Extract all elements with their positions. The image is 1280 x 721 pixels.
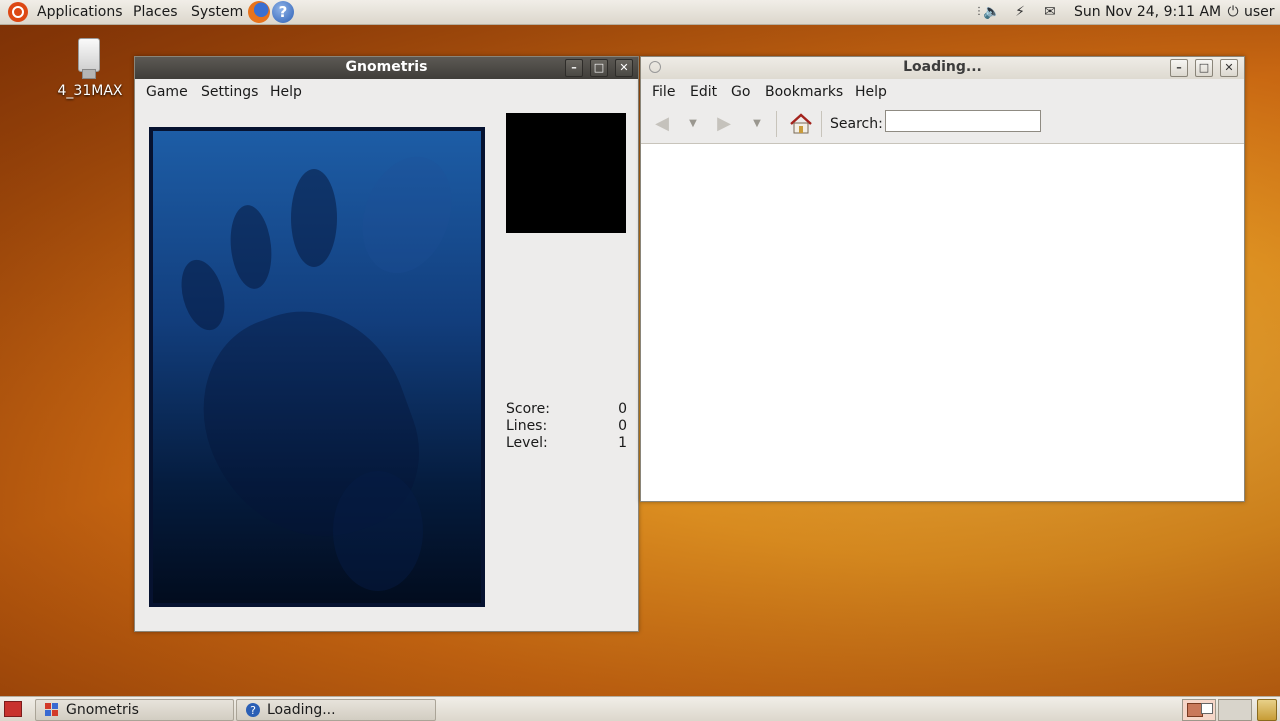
applications-menu[interactable]: Applications bbox=[37, 2, 123, 22]
taskbar-item-gnometris[interactable]: Gnometris bbox=[35, 699, 234, 721]
trash-icon[interactable] bbox=[1257, 699, 1277, 721]
search-label: Search: bbox=[830, 116, 883, 132]
menu-settings[interactable]: Settings bbox=[201, 82, 258, 102]
game-board-background bbox=[153, 131, 481, 603]
lines-label: Lines: bbox=[506, 418, 548, 434]
menu-game[interactable]: Game bbox=[146, 82, 188, 102]
search-input[interactable] bbox=[885, 110, 1041, 132]
level-value: 1 bbox=[618, 435, 627, 451]
browser-menubar: File Edit Go Bookmarks Help bbox=[641, 79, 1244, 105]
ubuntu-logo-icon[interactable] bbox=[8, 2, 28, 22]
gnometris-menubar: Game Settings Help bbox=[135, 79, 638, 105]
taskbar-item-loading[interactable]: ? Loading... bbox=[236, 699, 436, 721]
toolbar-separator bbox=[776, 111, 777, 137]
gnometris-window: Gnometris – □ ✕ Game Settings Help Score… bbox=[134, 56, 639, 632]
show-desktop-icon[interactable] bbox=[4, 701, 22, 717]
mail-icon[interactable]: ✉ bbox=[1041, 3, 1059, 21]
forward-history-chevron-down-icon[interactable]: ▼ bbox=[751, 115, 763, 133]
browser-content-area[interactable] bbox=[641, 144, 1244, 501]
clock[interactable]: Sun Nov 24, 9:11 AM bbox=[1074, 2, 1221, 22]
window-title: Loading... bbox=[903, 59, 982, 75]
volume-icon[interactable]: 🔈 bbox=[983, 3, 1001, 21]
game-board[interactable] bbox=[149, 127, 485, 607]
close-button[interactable]: ✕ bbox=[1220, 59, 1238, 77]
maximize-button[interactable]: □ bbox=[590, 59, 608, 77]
menu-file[interactable]: File bbox=[652, 82, 675, 102]
browser-window: Loading... – □ ✕ File Edit Go Bookmarks … bbox=[640, 56, 1245, 502]
network-icon[interactable]: ⚡ bbox=[1011, 3, 1029, 21]
window-title: Gnometris bbox=[345, 59, 428, 75]
foot-toe bbox=[174, 255, 232, 335]
top-panel: Applications Places System ? ⋮ 🔈 ⚡ ✉ Sun… bbox=[0, 0, 1280, 25]
workspace-1[interactable] bbox=[1182, 699, 1216, 721]
foot-toe bbox=[291, 169, 337, 267]
usb-drive-label[interactable]: 4_31MAX bbox=[52, 83, 128, 99]
gnometris-titlebar[interactable]: Gnometris – □ ✕ bbox=[135, 57, 638, 79]
firefox-icon[interactable] bbox=[248, 1, 270, 23]
lines-value: 0 bbox=[618, 418, 627, 434]
power-icon[interactable]: ⏻ bbox=[1224, 3, 1242, 21]
score-label: Score: bbox=[506, 401, 550, 417]
help-icon[interactable]: ? bbox=[272, 1, 294, 23]
toolbar-separator bbox=[821, 111, 822, 137]
score-value: 0 bbox=[618, 401, 627, 417]
bottom-panel: Gnometris ? Loading... bbox=[0, 696, 1280, 721]
workspace-2[interactable] bbox=[1218, 699, 1252, 721]
window-menu-icon[interactable] bbox=[649, 61, 661, 73]
browser-toolbar: ◀ ▼ ▶ ▼ Search: bbox=[641, 105, 1244, 144]
forward-arrow-icon[interactable]: ▶ bbox=[713, 115, 735, 133]
taskbar-label: Loading... bbox=[267, 702, 336, 718]
menu-help[interactable]: Help bbox=[855, 82, 887, 102]
foot-toe bbox=[347, 144, 467, 286]
browser-titlebar[interactable]: Loading... – □ ✕ bbox=[641, 57, 1244, 79]
menu-help[interactable]: Help bbox=[270, 82, 302, 102]
menu-go[interactable]: Go bbox=[731, 82, 750, 102]
foot-toe bbox=[226, 203, 276, 291]
level-label: Level: bbox=[506, 435, 548, 451]
gnometris-app-icon bbox=[45, 703, 58, 716]
minimize-button[interactable]: – bbox=[1170, 59, 1188, 77]
menu-edit[interactable]: Edit bbox=[690, 82, 717, 102]
maximize-button[interactable]: □ bbox=[1195, 59, 1213, 77]
back-arrow-icon[interactable]: ◀ bbox=[651, 115, 673, 133]
menu-bookmarks[interactable]: Bookmarks bbox=[765, 82, 843, 102]
system-menu[interactable]: System bbox=[191, 2, 243, 22]
places-menu[interactable]: Places bbox=[133, 2, 178, 22]
minimize-button[interactable]: – bbox=[565, 59, 583, 77]
foot-heel bbox=[333, 471, 423, 591]
close-button[interactable]: ✕ bbox=[615, 59, 633, 77]
back-history-chevron-down-icon[interactable]: ▼ bbox=[687, 115, 699, 133]
usb-drive-icon[interactable] bbox=[76, 38, 100, 79]
svg-text:?: ? bbox=[250, 704, 256, 717]
user-menu[interactable]: user bbox=[1244, 2, 1275, 22]
home-icon[interactable] bbox=[789, 112, 813, 136]
taskbar-label: Gnometris bbox=[66, 702, 139, 718]
next-piece-preview bbox=[506, 113, 626, 233]
help-icon: ? bbox=[246, 703, 260, 717]
